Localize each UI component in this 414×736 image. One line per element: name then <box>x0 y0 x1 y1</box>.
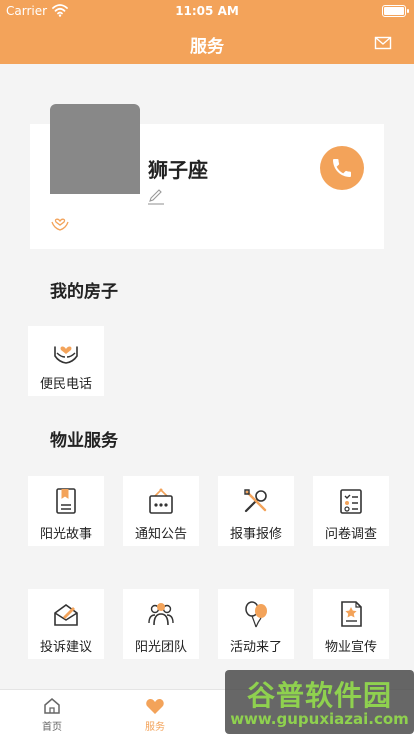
tile-label: 阳光团队 <box>134 640 187 655</box>
tools-icon <box>244 489 267 513</box>
tile-label: 活动来了 <box>229 640 282 655</box>
watermark-title: 谷普软件园 <box>246 679 392 712</box>
envelope-icon[interactable] <box>374 34 392 52</box>
star-document-icon <box>341 601 362 627</box>
tile-convenience-phone[interactable]: 便民电话 <box>28 326 104 396</box>
call-button[interactable] <box>320 146 364 190</box>
tile-label: 物业宣传 <box>324 640 377 655</box>
tile-notice[interactable]: 通知公告 <box>123 476 199 546</box>
tile-label: 报事报修 <box>229 527 282 542</box>
tile-sunshine-story[interactable]: 阳光故事 <box>28 476 104 546</box>
team-icon <box>148 603 174 626</box>
page-title: 服务 <box>190 37 224 57</box>
tile-promotion[interactable]: 物业宣传 <box>313 589 389 659</box>
heart-icon <box>146 699 164 714</box>
tile-team[interactable]: 阳光团队 <box>123 589 199 659</box>
tile-label: 投诉建议 <box>39 640 92 655</box>
user-name: 狮子座 <box>148 158 208 182</box>
heart-hand-icon <box>51 218 69 231</box>
tile-label: 问卷调查 <box>324 527 377 542</box>
profile-card: 狮子座 <box>30 104 384 249</box>
tile-activity[interactable]: 活动来了 <box>218 589 294 659</box>
envelope-pen-icon <box>54 604 78 626</box>
notice-board-icon <box>149 488 173 514</box>
status-time: 11:05 AM <box>175 4 239 18</box>
tile-label: 便民电话 <box>39 377 92 392</box>
tile-complaint[interactable]: 投诉建议 <box>28 589 104 659</box>
battery-icon <box>382 5 409 17</box>
tile-repair[interactable]: 报事报修 <box>218 476 294 546</box>
bookmark-book-icon <box>56 488 76 514</box>
watermark-url: www.gupuxiazai.com <box>230 710 409 728</box>
pencil-icon[interactable] <box>146 186 166 206</box>
helping-hands-icon <box>54 346 78 364</box>
property-service-section-title: 物业服务 <box>50 431 118 451</box>
status-bar: Carrier 11:05 AM <box>0 0 414 22</box>
tab-service[interactable]: 服务 <box>103 690 207 736</box>
my-house-section-title: 我的房子 <box>50 282 118 302</box>
tile-label: 通知公告 <box>134 527 187 542</box>
nav-bar: 服务 <box>0 22 414 64</box>
checklist-icon <box>340 489 362 514</box>
tab-label: 服务 <box>145 722 165 733</box>
tab-label: 首页 <box>42 722 62 733</box>
avatar[interactable] <box>50 104 140 194</box>
phone-icon <box>333 159 351 177</box>
watermark: 谷普软件园 www.gupuxiazai.com <box>225 670 414 734</box>
home-icon <box>44 698 60 714</box>
balloons-icon <box>245 601 267 628</box>
tile-label: 阳光故事 <box>39 527 92 542</box>
tab-home[interactable]: 首页 <box>0 690 104 736</box>
tile-survey[interactable]: 问卷调查 <box>313 476 389 546</box>
